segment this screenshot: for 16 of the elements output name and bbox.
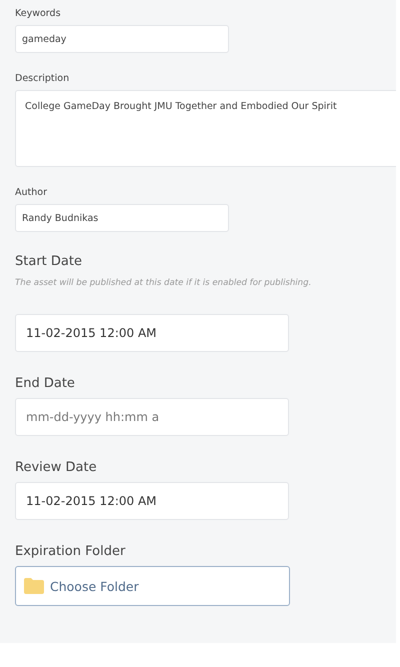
- description-field[interactable]: College GameDay Brought JMU Together and Embodied Our Spirit: [15, 90, 396, 167]
- field-label: Expiration Folder: [15, 544, 126, 559]
- date-field[interactable]: 11-02-2015 12:00 AM: [15, 482, 289, 520]
- field-label: End Date: [15, 376, 76, 391]
- field-label: Author: [15, 187, 48, 198]
- field-label: Keywords: [15, 8, 62, 19]
- text-field[interactable]: Randy Budnikas: [15, 204, 229, 232]
- field-label: Review Date: [15, 460, 98, 475]
- date-field[interactable]: mm-dd-yyyy hh:mm a: [15, 398, 289, 436]
- field-label: Start Date: [15, 254, 83, 269]
- field-label: Description: [15, 73, 70, 84]
- field-hint: The asset will be published at this date if it is enabled for publishing.: [15, 278, 312, 288]
- text-field[interactable]: gameday: [15, 25, 229, 53]
- date-field[interactable]: 11-02-2015 12:00 AM: [15, 314, 289, 352]
- choose-folder-button[interactable]: Choose Folder: [15, 566, 290, 606]
- folder-icon: [24, 578, 44, 594]
